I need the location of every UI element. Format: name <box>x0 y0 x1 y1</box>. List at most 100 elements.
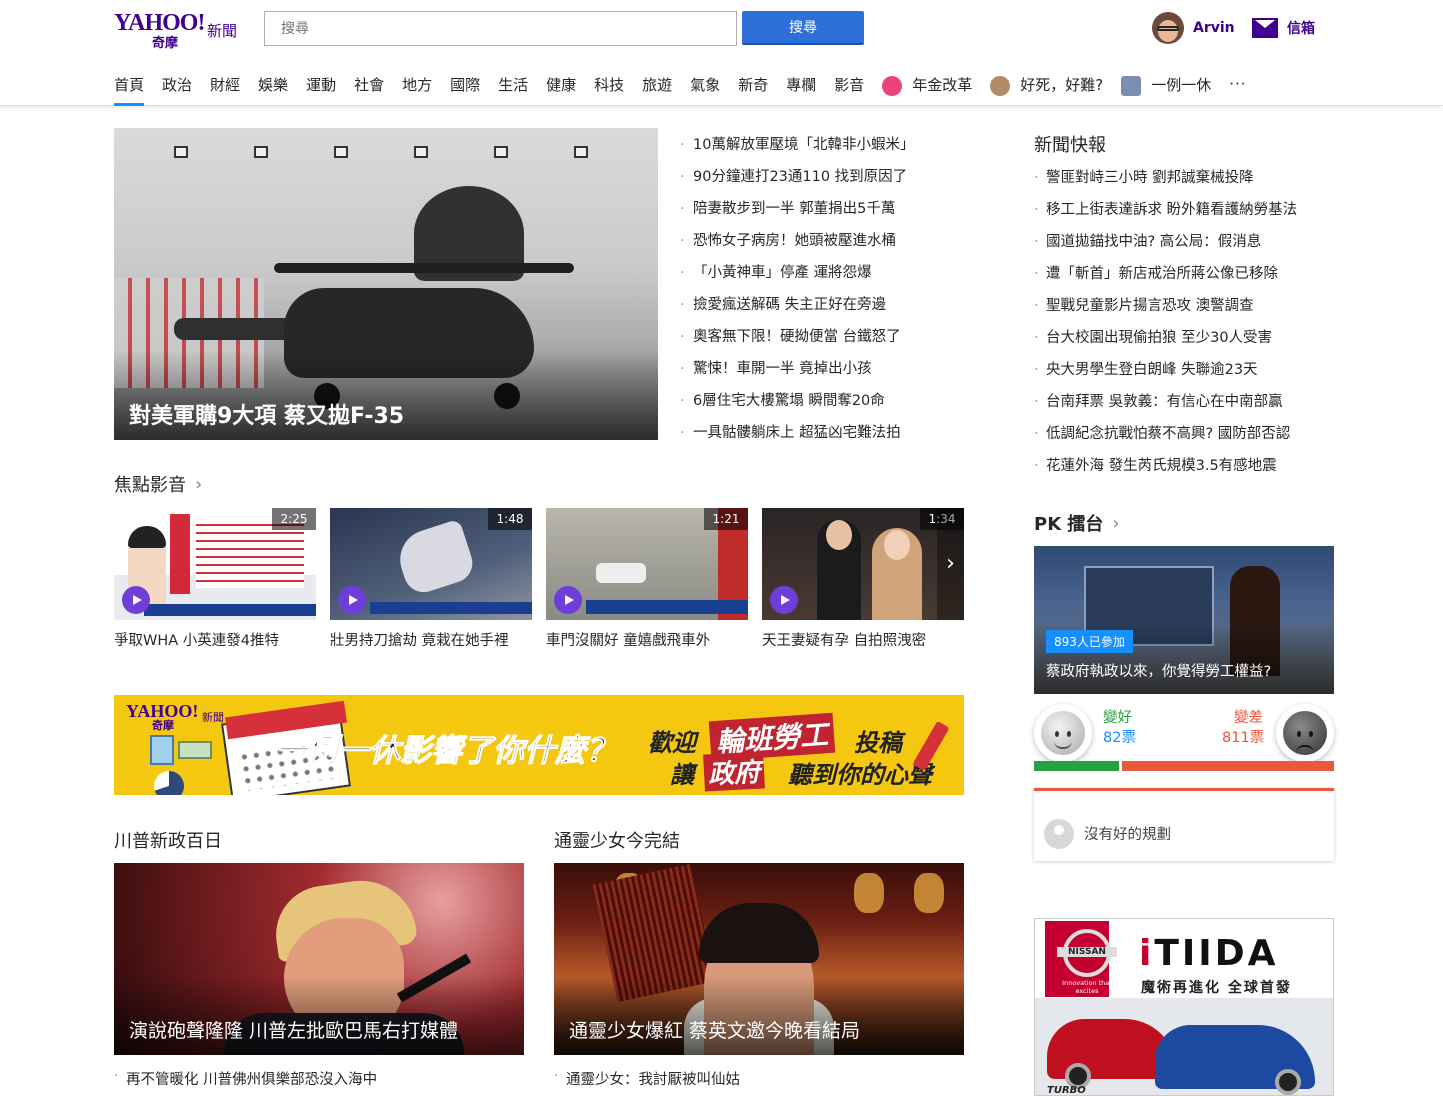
nav-item-health[interactable]: 健康 <box>546 72 576 106</box>
vote-better-icon[interactable] <box>1034 704 1092 762</box>
nav-item-local[interactable]: 地方 <box>402 72 432 106</box>
nav-item-life[interactable]: 生活 <box>498 72 528 106</box>
nav-item-weather[interactable]: 氣象 <box>690 72 720 106</box>
play-icon[interactable] <box>338 586 366 614</box>
video-card[interactable]: 1:21 車門沒關好 童嬉戲飛車外 <box>546 508 748 650</box>
nav-item-dying-well[interactable]: 好死，好難? <box>990 72 1103 106</box>
vote-ratio-bar <box>1034 761 1334 771</box>
video-caption[interactable]: 天王妻疑有孕 自拍照洩密 <box>762 629 964 650</box>
headline-item[interactable]: 撿愛瘋送解碼 失主正好在旁邊 <box>680 289 980 321</box>
search-input[interactable] <box>264 11 737 46</box>
carousel-next-icon[interactable]: › <box>937 508 964 620</box>
pk-poll-image[interactable]: 893人已參加 蔡政府執政以來，你覺得勞工權益? <box>1034 546 1334 694</box>
flash-item[interactable]: 遭「斬首」新店戒治所蔣公像已移除 <box>1034 258 1354 290</box>
video-card[interactable]: 1:48 壯男持刀搶劫 竟栽在她手裡 <box>330 508 532 650</box>
promo-banner[interactable]: YAHOO! 奇摩 新聞 一例一休影響了你什麼？ 歡迎 輪班勞工 投稿 讓 政府… <box>114 695 964 795</box>
news-flash-list: 警匪對峙三小時 劉邦誠棄械投降 移工上街表達訴求 盼外籍看護納勞基法 國道拋錨找… <box>1034 162 1354 482</box>
vote-better-count: 82票 <box>1103 730 1136 746</box>
nav-item-politics[interactable]: 政治 <box>162 72 192 106</box>
flash-item[interactable]: 台南拜票 吳敦義：有信心在中南部贏 <box>1034 386 1354 418</box>
flash-item[interactable]: 央大男學生登白朗峰 失聯逾23天 <box>1034 354 1354 386</box>
yahoo-news-logo[interactable]: YAHOO! 奇摩 新聞 <box>114 10 244 52</box>
video-caption[interactable]: 車門沒關好 童嬉戲飛車外 <box>546 629 748 650</box>
feature-subheadline[interactable]: 再不管暖化 川普佛州俱樂部恐沒入海中 <box>114 1068 377 1089</box>
video-thumbnail[interactable]: 2:25 <box>114 508 316 620</box>
headline-item[interactable]: 6層住宅大樓驚塌 瞬間奪20命 <box>680 385 980 417</box>
workers-icon <box>1121 76 1142 96</box>
nav-item-society[interactable]: 社會 <box>354 72 384 106</box>
headline-item[interactable]: 90分鐘連打23通110 找到原因了 <box>680 161 980 193</box>
calculator-icon <box>150 735 174 765</box>
headline-item[interactable]: 10萬解放軍壓境「北韓非小蝦米」 <box>680 129 980 161</box>
pie-chart-icon <box>154 771 184 795</box>
flash-item[interactable]: 警匪對峙三小時 劉邦誠棄械投降 <box>1034 162 1354 194</box>
pk-arena-title[interactable]: PK 擂台 › <box>1034 510 1120 536</box>
flash-item[interactable]: 花蓮外海 發生芮氏規模3.5有感地震 <box>1034 450 1354 482</box>
mail-link[interactable]: 信箱 <box>1252 18 1315 38</box>
nav-item-video[interactable]: 影音 <box>834 72 864 106</box>
flash-item[interactable]: 低調紀念抗戰怕蔡不高興? 國防部否認 <box>1034 418 1354 450</box>
hero-story[interactable]: 對美軍購9大項 蔡又拋F-35 <box>114 128 658 440</box>
nav-more-icon[interactable]: ··· <box>1229 72 1246 106</box>
feature-story[interactable]: 演說砲聲隆隆 川普左批歐巴馬右打媒體 <box>114 863 524 1055</box>
nav-special-label: 好死，好難? <box>1020 76 1104 94</box>
user-profile[interactable]: Arvin <box>1152 12 1235 44</box>
headline-item[interactable]: 奧客無下限！硬拗便當 台鐵怒了 <box>680 321 980 353</box>
video-card[interactable]: 1:34 天王妻疑有孕 自拍照洩密 <box>762 508 964 650</box>
vote-better-label: 變好 <box>1103 710 1132 726</box>
banner-welcome: 歡迎 <box>648 729 696 757</box>
nav-item-travel[interactable]: 旅遊 <box>642 72 672 106</box>
play-icon[interactable] <box>770 586 798 614</box>
headline-item[interactable]: 「小黃神車」停產 運將怨爆 <box>680 257 980 289</box>
video-thumbnail[interactable]: 1:48 <box>330 508 532 620</box>
play-icon[interactable] <box>554 586 582 614</box>
ad-model-i: i <box>1139 933 1155 974</box>
nissan-ad[interactable]: NISSAN Innovation that excites iTIIDA 魔術… <box>1034 918 1334 1096</box>
banner-yahoo-sub: 奇摩 <box>152 719 174 732</box>
feature-section-title[interactable]: 通靈少女今完結 <box>554 827 680 853</box>
video-caption[interactable]: 爭取WHA 小英連發4推特 <box>114 629 316 650</box>
flash-item[interactable]: 聖戰兒童影片揚言恐攻 澳警調查 <box>1034 290 1354 322</box>
headline-item[interactable]: 驚悚！車開一半 竟掉出小孩 <box>680 353 980 385</box>
flash-item[interactable]: 移工上街表達訴求 盼外籍看護納勞基法 <box>1034 194 1354 226</box>
user-name[interactable]: Arvin <box>1193 20 1235 36</box>
nav-item-odd[interactable]: 新奇 <box>738 72 768 106</box>
nav-item-international[interactable]: 國際 <box>450 72 480 106</box>
video-section-title[interactable]: 焦點影音 › <box>114 471 202 497</box>
nav-item-one-rest[interactable]: 一例一休 <box>1121 72 1211 106</box>
pk-comment[interactable]: 沒有好的規劃 <box>1034 788 1334 861</box>
nav-special-label: 一例一休 <box>1151 76 1212 94</box>
flash-item[interactable]: 台大校園出現偷拍狼 至少30人受害 <box>1034 322 1354 354</box>
avatar[interactable] <box>1152 12 1184 44</box>
cash-icon <box>178 741 212 759</box>
feature-subheadline[interactable]: 通靈少女：我討厭被叫仙姑 <box>554 1068 740 1089</box>
logo-section-text: 新聞 <box>207 22 238 40</box>
vote-worse-icon[interactable] <box>1276 704 1334 762</box>
nav-item-finance[interactable]: 財經 <box>210 72 240 106</box>
feature-title[interactable]: 通靈少女爆紅 蔡英文邀今晚看結局 <box>569 1016 860 1043</box>
feature-story[interactable]: 通靈少女爆紅 蔡英文邀今晚看結局 <box>554 863 964 1055</box>
nav-special-label: 年金改革 <box>912 76 973 94</box>
headline-item[interactable]: 陪妻散步到一半 郭董捐出5千萬 <box>680 193 980 225</box>
video-caption[interactable]: 壯男持刀搶劫 竟栽在她手裡 <box>330 629 532 650</box>
feature-section-title[interactable]: 川普新政百日 <box>114 827 222 853</box>
nav-item-pension-reform[interactable]: 年金改革 <box>882 72 972 106</box>
mail-icon[interactable] <box>1252 18 1278 38</box>
pk-question[interactable]: 蔡政府執政以來，你覺得勞工權益? <box>1046 660 1271 681</box>
video-thumbnail[interactable]: 1:21 <box>546 508 748 620</box>
nav-item-home[interactable]: 首頁 <box>114 72 145 106</box>
nav-item-tech[interactable]: 科技 <box>594 72 624 106</box>
flash-item[interactable]: 國道拋錨找中油? 高公局：假消息 <box>1034 226 1354 258</box>
nav-item-column[interactable]: 專欄 <box>786 72 816 106</box>
headline-item[interactable]: 恐怖女子病房！她頭被壓進水桶 <box>680 225 980 257</box>
nav-item-entertainment[interactable]: 娛樂 <box>258 72 288 106</box>
mail-label[interactable]: 信箱 <box>1287 18 1315 38</box>
feature-title[interactable]: 演說砲聲隆隆 川普左批歐巴馬右打媒體 <box>129 1016 458 1043</box>
hero-title[interactable]: 對美軍購9大項 蔡又拋F-35 <box>129 398 404 430</box>
play-icon[interactable] <box>122 586 150 614</box>
video-thumbnail[interactable]: 1:34 <box>762 508 964 620</box>
headline-item[interactable]: 一具骷髏躺床上 超猛凶宅難法拍 <box>680 417 980 449</box>
nav-item-sports[interactable]: 運動 <box>306 72 336 106</box>
video-card[interactable]: 2:25 爭取WHA 小英連發4推特 <box>114 508 316 650</box>
search-button[interactable]: 搜尋 <box>742 11 864 45</box>
